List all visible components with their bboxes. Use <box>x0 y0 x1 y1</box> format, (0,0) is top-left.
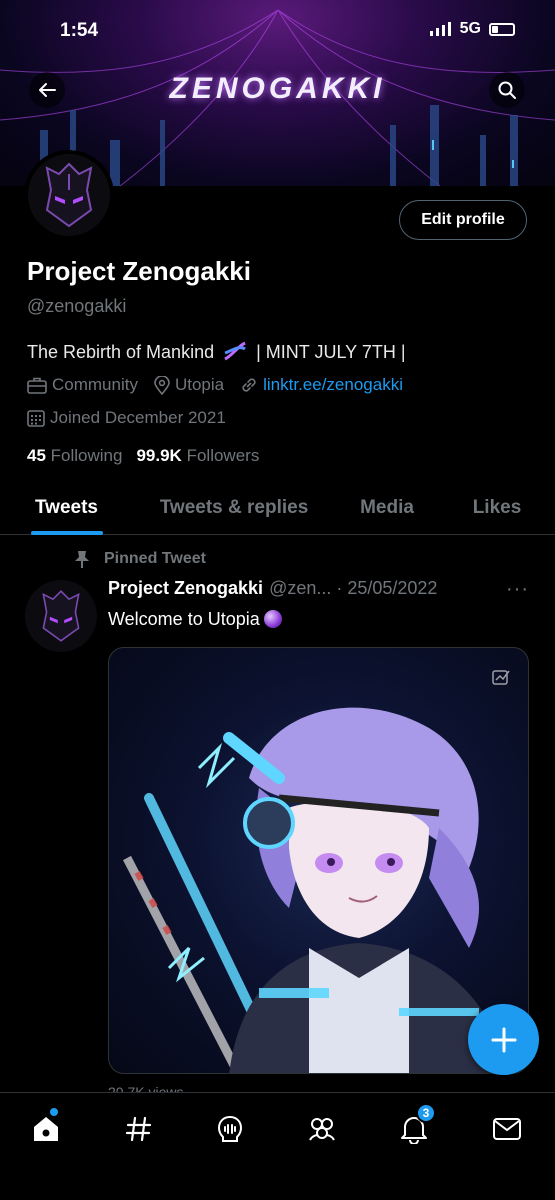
alt-text-icon[interactable] <box>492 668 510 686</box>
nav-home[interactable] <box>28 1108 64 1147</box>
dna-emoji-icon <box>224 341 246 361</box>
nav-communities[interactable] <box>304 1111 340 1147</box>
location-label: Utopia <box>174 375 225 394</box>
tweet-text: Welcome to Utopia <box>108 609 282 630</box>
tweet-avatar[interactable] <box>25 580 97 652</box>
banner-title: ZENOGAKKI <box>169 72 386 105</box>
signal-icon <box>429 22 451 36</box>
mask-logo-icon <box>42 590 80 642</box>
tweet-more-button[interactable]: ··· <box>506 578 529 601</box>
edit-profile-button[interactable]: Edit profile <box>399 200 527 240</box>
tweet-author-name[interactable]: Project Zenogakki <box>108 578 263 599</box>
profile-handle: @zenogakki <box>27 296 127 316</box>
category-label: Community <box>52 375 138 394</box>
tweet-handle-date: @zen... · 25/05/2022 <box>269 578 438 598</box>
followers-link[interactable]: 99.9K Followers <box>136 446 259 466</box>
crystal-ball-emoji-icon <box>263 610 282 628</box>
profile-link[interactable]: linktr.ee/zenogakki <box>263 375 403 395</box>
hashtag-icon <box>125 1116 152 1142</box>
tweet-header: Project Zenogakki @zen... · 25/05/2022 <box>108 578 437 599</box>
notification-badge: 3 <box>416 1103 436 1123</box>
briefcase-icon <box>27 377 47 394</box>
following-link[interactable]: 45 Following <box>27 446 122 466</box>
followers-label: Followers <box>186 446 260 465</box>
profile-name: Project Zenogakki <box>27 256 251 286</box>
status-time: 1:54 <box>60 20 99 41</box>
mail-icon <box>493 1118 521 1140</box>
bottom-navigation: 3 <box>0 1092 555 1200</box>
tweet-body: Welcome to Utopia <box>108 609 260 629</box>
followers-count: 99.9K <box>136 446 182 465</box>
home-icon <box>34 1117 58 1141</box>
bio-text-end: | MINT JULY 7TH | <box>256 342 406 362</box>
pinned-indicator: Pinned Tweet <box>74 550 206 568</box>
nav-messages[interactable] <box>489 1111 525 1147</box>
search-icon <box>498 81 516 99</box>
compose-tweet-button[interactable] <box>468 1004 539 1075</box>
mask-logo-icon <box>45 162 93 228</box>
profile-meta: Community Utopia linktr.ee/zenogakki <box>27 375 419 395</box>
search-button[interactable] <box>489 72 525 108</box>
category-item: Community <box>27 375 138 395</box>
pinned-label: Pinned Tweet <box>104 550 206 567</box>
profile-avatar[interactable] <box>24 150 114 240</box>
network-label: 5G <box>459 20 481 37</box>
location-pin-icon <box>154 375 170 395</box>
bio-text-start: The Rebirth of Mankind <box>27 342 215 362</box>
tab-tweets[interactable]: Tweets <box>0 480 133 535</box>
communities-icon <box>309 1118 335 1141</box>
joined-label: Joined December 2021 <box>50 408 226 427</box>
nav-spaces[interactable] <box>212 1111 248 1147</box>
plus-icon <box>491 1027 516 1052</box>
home-unread-dot <box>50 1108 58 1116</box>
link-icon <box>242 378 256 392</box>
follow-stats: 45 Following 99.9K Followers <box>27 446 259 466</box>
tab-tweets-replies[interactable]: Tweets & replies <box>133 480 335 535</box>
nav-notifications[interactable]: 3 <box>396 1103 436 1147</box>
nav-explore[interactable] <box>121 1111 157 1147</box>
calendar-icon <box>27 410 45 427</box>
joined-date: Joined December 2021 <box>27 408 226 428</box>
link-item[interactable]: linktr.ee/zenogakki <box>240 375 403 395</box>
spaces-icon <box>217 1115 243 1142</box>
profile-tabs: Tweets Tweets & replies Media Likes <box>0 480 555 535</box>
pin-icon <box>75 551 89 568</box>
location-item: Utopia <box>154 375 224 395</box>
battery-icon <box>489 22 515 36</box>
tab-likes[interactable]: Likes <box>439 480 555 535</box>
anime-character-artwork <box>123 707 509 1073</box>
tab-media[interactable]: Media <box>335 480 439 535</box>
status-icons: 5G <box>429 20 515 38</box>
tweet-media-image[interactable] <box>108 647 529 1074</box>
profile-bio: The Rebirth of Mankind | MINT JULY 7TH | <box>27 341 406 363</box>
following-label: Following <box>50 446 123 465</box>
following-count: 45 <box>27 446 46 465</box>
